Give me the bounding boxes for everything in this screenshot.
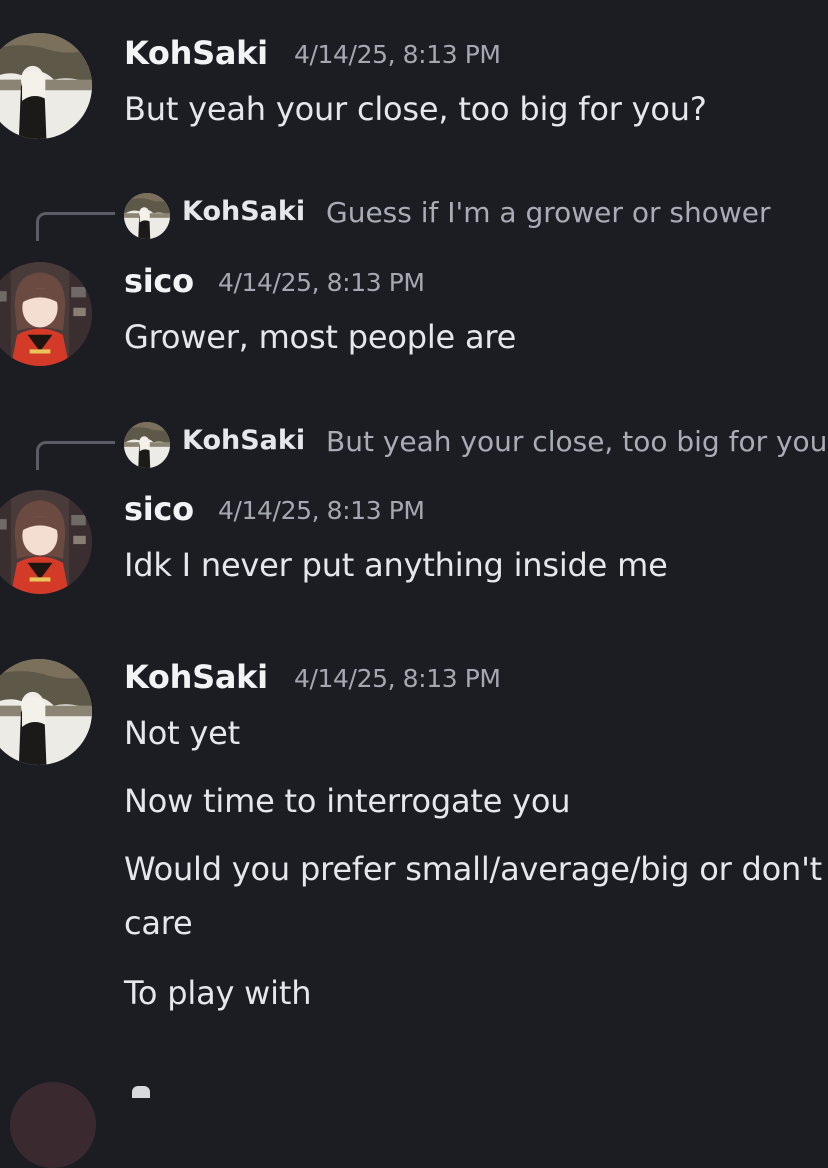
avatar-sico-icon[interactable] <box>0 490 92 594</box>
message-text: To play with <box>124 974 312 1012</box>
message-timestamp: 4/14/25, 8:13 PM <box>294 40 501 69</box>
avatar-sico-icon[interactable] <box>0 262 92 366</box>
message-text: But yeah your close, too big for you? <box>124 90 707 128</box>
avatar-kohsaki-icon[interactable] <box>0 659 92 765</box>
reply-author[interactable]: KohSaki <box>182 425 305 456</box>
next-username-fragment <box>132 1086 150 1098</box>
message-text: Idk I never put anything inside me <box>124 546 668 584</box>
message-timestamp: 4/14/25, 8:13 PM <box>294 664 501 693</box>
reply-connector <box>36 212 115 241</box>
message-text: Grower, most people are <box>124 318 517 356</box>
message-text: Now time to interrogate you <box>124 782 571 820</box>
reply-preview[interactable]: KohSaki But yeah your close, too big for… <box>36 421 828 471</box>
username-kohsaki[interactable]: KohSaki <box>124 658 268 696</box>
reply-preview[interactable]: KohSaki Guess if I'm a grower or shower <box>36 192 828 242</box>
username-sico[interactable]: sico <box>124 490 194 528</box>
reply-avatar-kohsaki-icon <box>124 422 170 468</box>
message-text: Would you prefer small/average/big or do… <box>124 850 823 942</box>
username-kohsaki[interactable]: KohSaki <box>124 34 268 72</box>
reply-text[interactable]: Guess if I'm a grower or shower <box>326 196 770 229</box>
message-timestamp: 4/14/25, 8:13 PM <box>218 496 425 525</box>
message-text: Not yet <box>124 714 241 752</box>
reply-text[interactable]: But yeah your close, too big for you? <box>326 425 828 458</box>
avatar-kohsaki-icon[interactable] <box>0 33 92 139</box>
reply-author[interactable]: KohSaki <box>182 196 305 227</box>
reply-connector <box>36 441 115 470</box>
username-sico[interactable]: sico <box>124 262 194 300</box>
reply-avatar-kohsaki-icon <box>124 193 170 239</box>
message-timestamp: 4/14/25, 8:13 PM <box>218 268 425 297</box>
